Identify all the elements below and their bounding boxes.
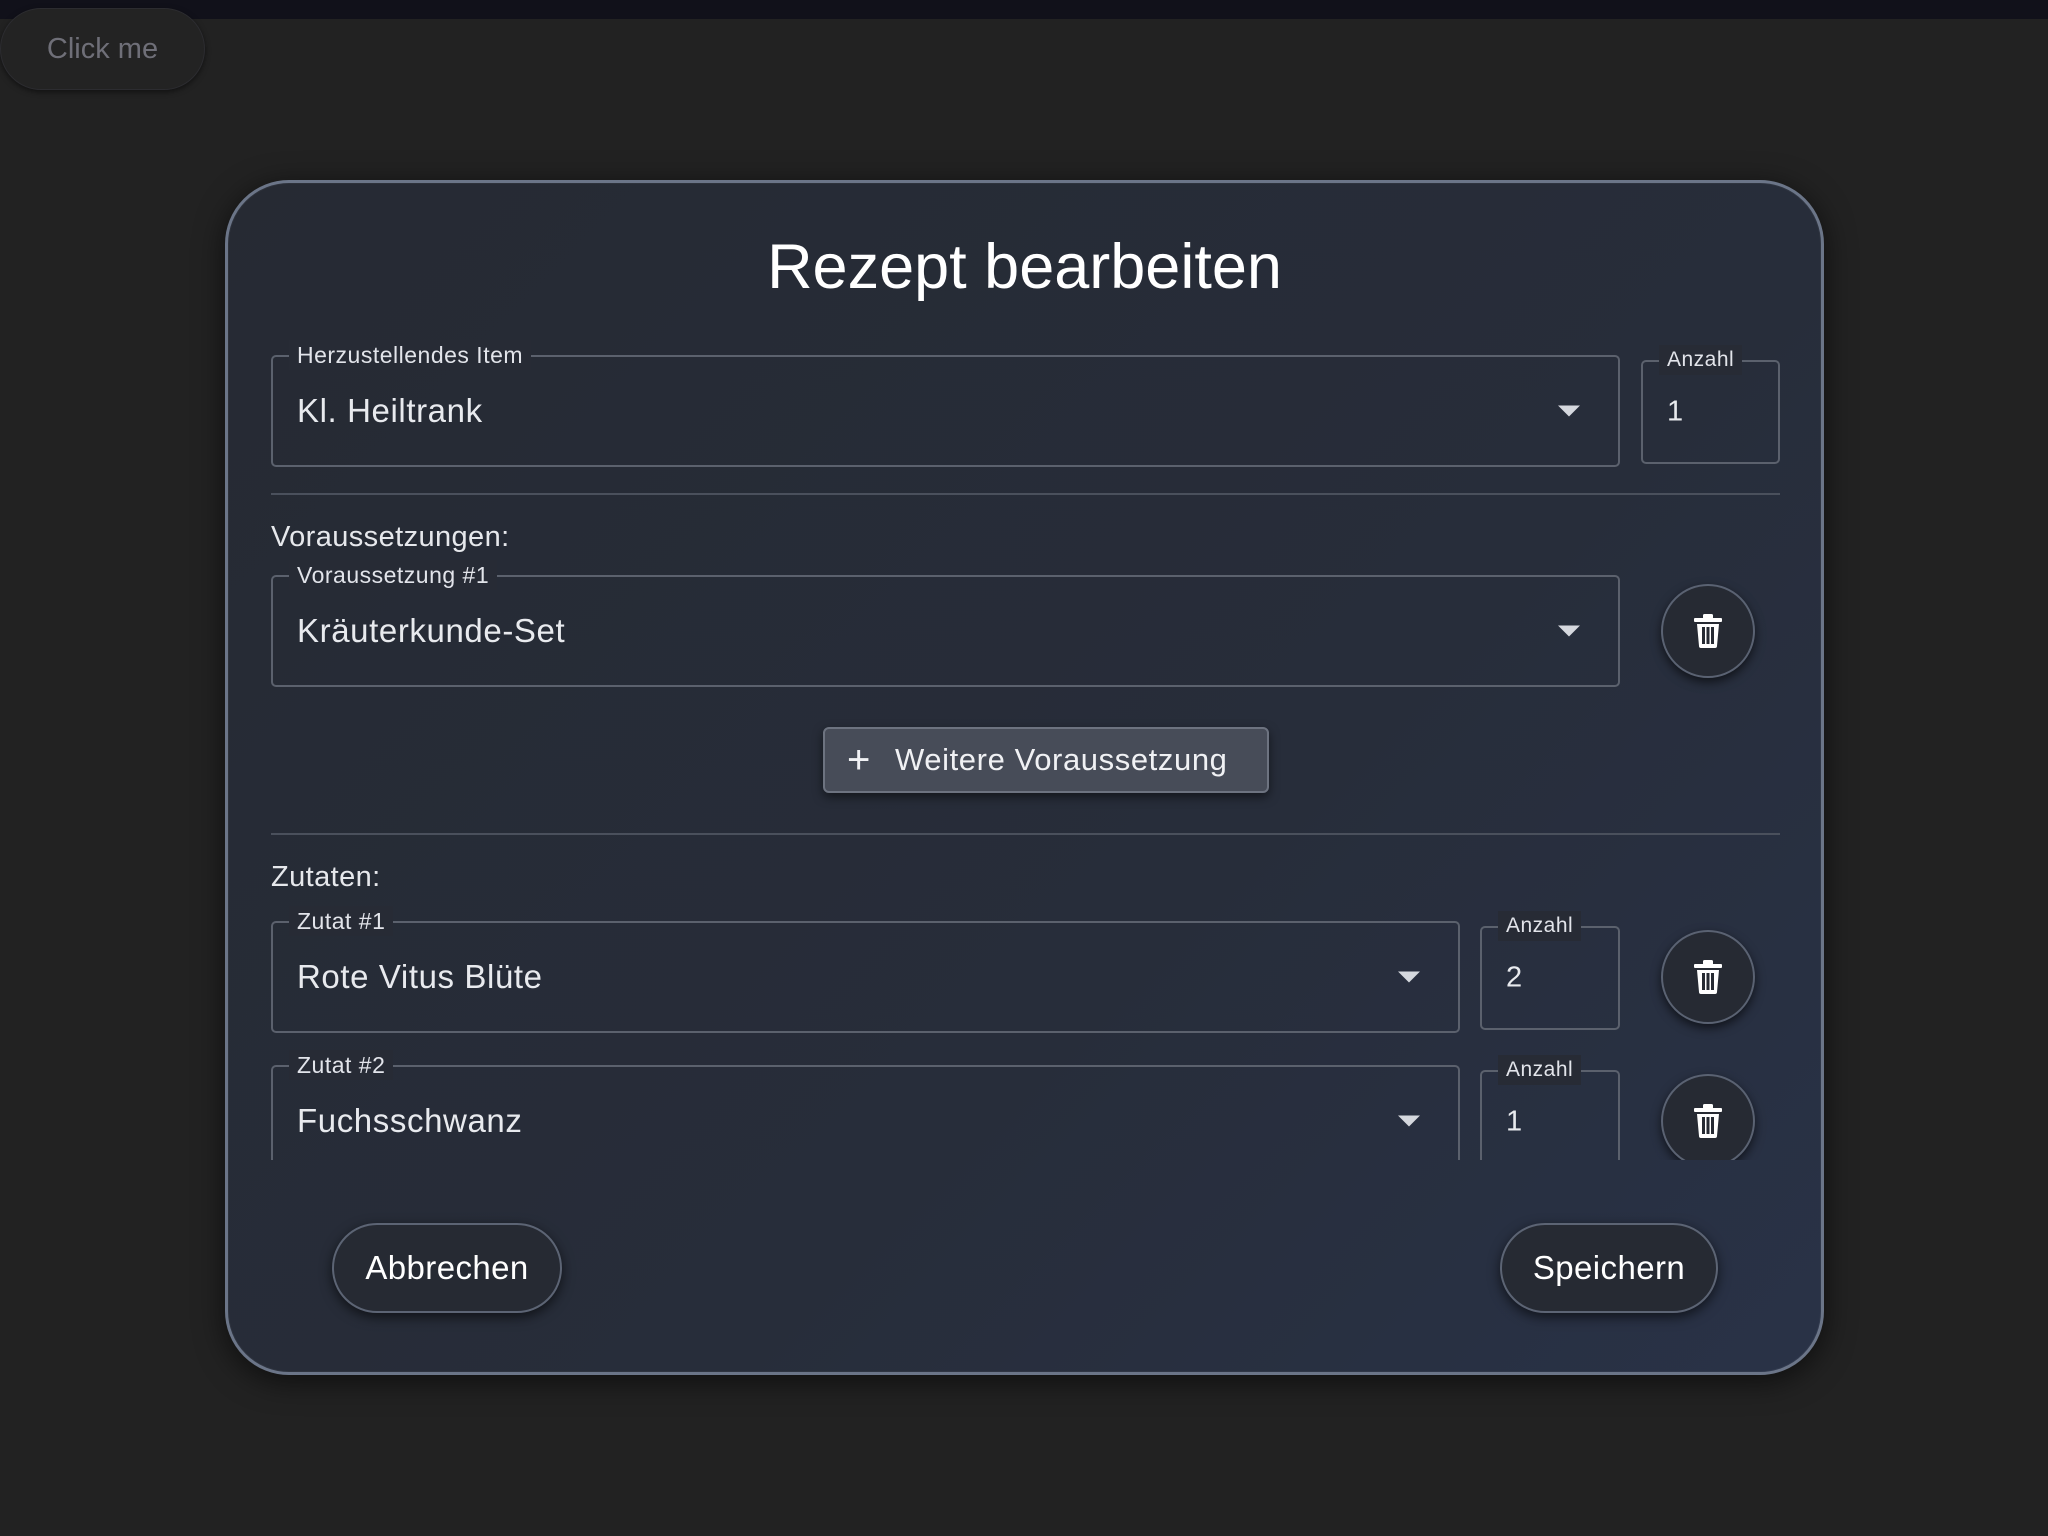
top-bar	[0, 0, 2048, 19]
ingredient-select-2[interactable]: Zutat #2 Fuchsschwanz	[271, 1050, 1460, 1160]
divider	[271, 833, 1780, 835]
chevron-down-icon[interactable]	[1398, 1115, 1420, 1127]
ingredient-select-legend: Zutat #2	[289, 1050, 394, 1080]
ingredient-quantity-legend: Anzahl	[1498, 1055, 1582, 1085]
dialog-scroll-area[interactable]: Herzustellendes Item Kl. Heiltrank Anzah…	[228, 183, 1821, 1160]
chevron-down-icon[interactable]	[1398, 971, 1420, 983]
chevron-down-icon[interactable]	[1558, 405, 1580, 417]
prerequisite-select-legend: Voraussetzung #1	[289, 560, 498, 590]
item-select[interactable]: Herzustellendes Item Kl. Heiltrank	[271, 340, 1620, 467]
ingredient-select-legend: Zutat #1	[289, 906, 394, 936]
cancel-button[interactable]: Abbrechen	[332, 1223, 562, 1313]
add-prerequisite-button[interactable]: + Weitere Voraussetzung	[823, 727, 1269, 793]
item-quantity-legend: Anzahl	[1659, 345, 1743, 375]
prerequisite-select-value: Kräuterkunde-Set	[297, 612, 566, 649]
trash-icon	[1694, 1104, 1722, 1138]
delete-ingredient-button[interactable]	[1661, 1074, 1755, 1160]
plus-icon: +	[847, 738, 871, 782]
ingredients-label: Zutaten:	[271, 861, 381, 893]
item-select-value: Kl. Heiltrank	[297, 392, 483, 429]
delete-prerequisite-button[interactable]	[1661, 584, 1755, 678]
ingredient-select-1[interactable]: Zutat #1 Rote Vitus Blüte	[271, 906, 1460, 1033]
divider	[271, 493, 1780, 495]
edit-recipe-dialog: Rezept bearbeiten Herzustellendes Item K…	[225, 180, 1824, 1375]
prerequisite-select-1[interactable]: Voraussetzung #1 Kräuterkunde-Set	[271, 560, 1620, 687]
chevron-down-icon[interactable]	[1558, 625, 1580, 637]
item-quantity-value: 1	[1667, 395, 1684, 428]
save-button[interactable]: Speichern	[1500, 1223, 1718, 1313]
prerequisites-label: Voraussetzungen:	[271, 521, 510, 553]
ingredient-select-value: Rote Vitus Blüte	[297, 958, 543, 995]
item-quantity-field[interactable]: Anzahl 1	[1641, 345, 1780, 464]
ingredient-select-value: Fuchsschwanz	[297, 1102, 523, 1139]
ingredient-quantity-value: 1	[1506, 1105, 1523, 1138]
click-me-button[interactable]: Click me	[0, 8, 205, 90]
ingredient-quantity-field-2[interactable]: Anzahl 1	[1480, 1055, 1620, 1160]
add-prerequisite-label: Weitere Voraussetzung	[894, 742, 1228, 777]
trash-icon	[1694, 960, 1722, 994]
trash-icon	[1694, 614, 1722, 648]
delete-ingredient-button[interactable]	[1661, 930, 1755, 1024]
ingredient-quantity-legend: Anzahl	[1498, 911, 1582, 941]
ingredient-quantity-value: 2	[1506, 961, 1523, 994]
item-select-legend: Herzustellendes Item	[289, 340, 532, 370]
ingredient-quantity-field-1[interactable]: Anzahl 2	[1480, 911, 1620, 1030]
